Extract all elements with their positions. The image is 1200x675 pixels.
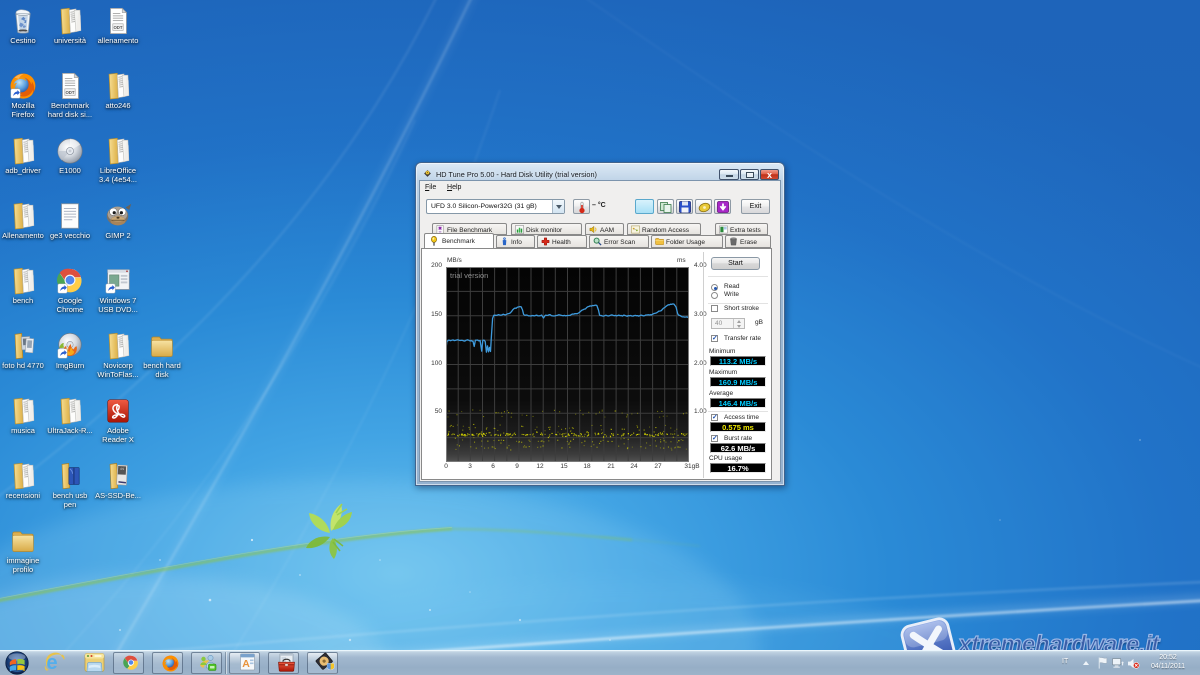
- svg-text:trial version: trial version: [450, 271, 488, 280]
- svg-text:A: A: [242, 658, 250, 670]
